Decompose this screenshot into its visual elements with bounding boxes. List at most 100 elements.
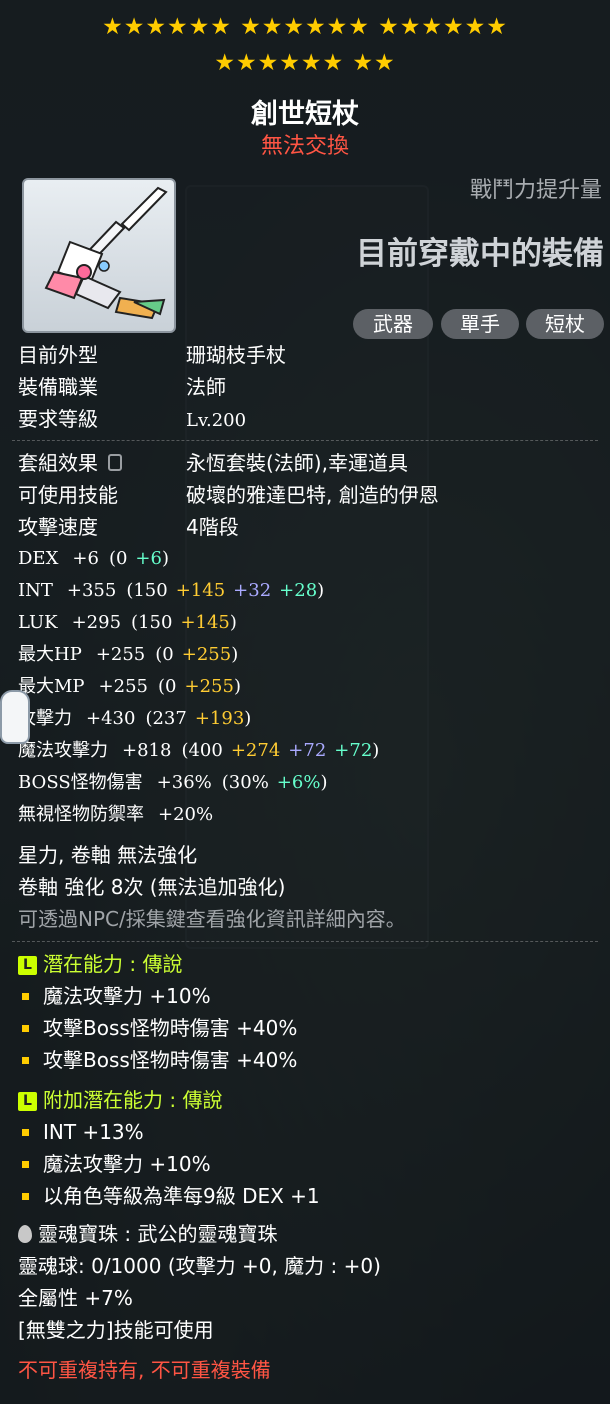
stat-base: (0 — [158, 676, 177, 697]
star-force-row-2: ★★★★★★ ★★ — [0, 50, 610, 76]
stat-row: 魔法攻擊力 +818 (400 +274 +72 +72) — [18, 737, 379, 763]
stat-base: (150 — [131, 612, 173, 633]
basic-row-appearance: 目前外型 珊瑚枝手杖 — [18, 343, 286, 367]
bonus-potential-text: 以角色等級為準每9級 DEX +1 — [43, 1184, 320, 1208]
stat-bonus: +255 — [184, 676, 234, 697]
stat-total: +255 — [98, 676, 148, 697]
row-value: 4階段 — [186, 515, 239, 539]
stat-total: +295 — [71, 612, 122, 633]
stat-bonus: +28 — [279, 580, 318, 601]
bullet-icon — [22, 992, 29, 1000]
stat-close: ) — [233, 676, 241, 697]
legendary-icon: L — [18, 956, 37, 975]
stat-base: (150 — [126, 580, 168, 601]
flame-icon — [18, 1225, 32, 1243]
stat-bonus: +72 — [334, 740, 373, 761]
item-name: 創世短杖 — [251, 99, 359, 130]
stat-bonus: +255 — [181, 644, 232, 665]
stat-total: +355 — [66, 580, 117, 601]
stat-close: ) — [229, 612, 237, 633]
stat-total: +6 — [72, 548, 99, 569]
stat-close: ) — [161, 548, 169, 569]
row-value: 永恆套裝(法師),幸運道具 — [186, 451, 408, 475]
bullet-icon — [22, 1024, 29, 1032]
bonus-potential-line: 以角色等級為準每9級 DEX +1 — [18, 1184, 320, 1208]
row-label: 目前外型 — [18, 343, 98, 367]
bonus-potential-header: L 附加潛在能力 : 傳說 — [18, 1088, 222, 1112]
tag-short-wand: 短杖 — [526, 309, 604, 339]
stat-row: 最大MP +255 (0 +255) — [18, 673, 241, 699]
item-tooltip: ★★★★★★ ★★★★★★ ★★★★★★ ★★★★★★ ★★ 創世短杖 無法交換… — [0, 0, 610, 1404]
bonus-potential-line: INT +13% — [18, 1120, 144, 1144]
stat-name: 無視怪物防禦率 — [18, 804, 144, 825]
basic-row-job: 裝備職業 法師 — [18, 375, 226, 399]
tag-one-handed: 單手 — [441, 309, 519, 339]
stat-base: (30% — [221, 772, 269, 793]
potential-title: 潛在能力 : 傳說 — [43, 952, 183, 976]
stat-base: (0 — [155, 644, 174, 665]
lock-icon — [108, 454, 123, 471]
stat-close: ) — [317, 580, 325, 601]
bonus-potential-text: 魔法攻擊力 +10% — [43, 1152, 211, 1176]
stat-base: (0 — [108, 548, 128, 569]
stat-close: ) — [320, 772, 328, 793]
stat-close: ) — [231, 644, 239, 665]
soul-all-stat: 全屬性 +7% — [18, 1286, 133, 1310]
info-row-attack-speed: 攻擊速度 4階段 — [18, 515, 239, 539]
bullet-icon — [22, 1160, 29, 1168]
basic-row-level: 要求等級 Lv.200 — [18, 407, 246, 433]
stat-bonus: +32 — [233, 580, 272, 601]
stat-bonus: +274 — [230, 740, 281, 761]
star-icons: ★★★★★★ ★★ — [214, 50, 396, 76]
stat-name: BOSS怪物傷害 — [18, 772, 143, 793]
stat-name: 最大MP — [18, 676, 85, 697]
row-label: 套組效果 — [18, 451, 98, 475]
row-label: 攻擊速度 — [18, 515, 98, 539]
stat-bonus: +145 — [180, 612, 230, 633]
stat-row: 無視怪物防禦率 +20% — [18, 801, 223, 827]
unique-warning: 不可重複持有, 不可重複裝備 — [18, 1358, 271, 1382]
stat-name: LUK — [18, 612, 58, 633]
legendary-icon: L — [18, 1092, 37, 1111]
stat-name: 最大HP — [18, 644, 82, 665]
combat-power-label: 戰鬥力提升量 — [469, 178, 602, 203]
soul-skill: [無雙之力]技能可使用 — [18, 1318, 214, 1342]
stat-total: +36% — [156, 772, 212, 793]
row-value: 珊瑚枝手杖 — [186, 343, 286, 367]
divider — [12, 941, 598, 942]
stat-base: (237 — [145, 708, 187, 729]
stat-close: ) — [372, 740, 380, 761]
stat-name: INT — [18, 580, 53, 601]
soul-weapon-name: 靈魂寶珠 : 武公的靈魂寶珠 — [18, 1222, 277, 1246]
stat-total: +255 — [95, 644, 146, 665]
soul-orb: 靈魂球: 0/1000 (攻擊力 +0, 魔力 : +0) — [18, 1254, 381, 1278]
stat-bonus: +6 — [135, 548, 162, 569]
potential-text: 魔法攻擊力 +10% — [43, 984, 211, 1008]
star-force-row-1: ★★★★★★ ★★★★★★ ★★★★★★ — [0, 14, 610, 40]
stat-name: 魔法攻擊力 — [18, 740, 108, 761]
star-icons: ★★★★★★ ★★★★★★ ★★★★★★ — [102, 14, 508, 40]
info-row-skills: 可使用技能 破壞的雅達巴特, 創造的伊恩 — [18, 483, 439, 507]
stat-bonus: +72 — [288, 740, 327, 761]
stat-row: DEX +6 (0 +6) — [18, 545, 169, 571]
row-value: 法師 — [186, 375, 226, 399]
stat-row: 最大HP +255 (0 +255) — [18, 641, 238, 667]
hand-cursor-icon — [0, 690, 30, 744]
stat-row: LUK +295 (150 +145) — [18, 609, 237, 635]
staff-icon — [44, 186, 168, 320]
trade-status: 無法交換 — [260, 134, 349, 159]
bonus-potential-title: 附加潛在能力 : 傳說 — [43, 1088, 223, 1112]
bonus-potential-line: 魔法攻擊力 +10% — [18, 1152, 211, 1176]
bullet-icon — [22, 1056, 29, 1064]
stat-row: BOSS怪物傷害 +36% (30% +6%) — [18, 769, 327, 795]
bullet-icon — [22, 1192, 29, 1200]
divider — [12, 440, 598, 441]
stat-total: +20% — [158, 804, 214, 825]
soul-name-text: 靈魂寶珠 : 武公的靈魂寶珠 — [38, 1222, 278, 1246]
tag-weapon: 武器 — [353, 309, 433, 339]
potential-header: L 潛在能力 : 傳說 — [18, 952, 182, 976]
info-row-set-effect: 套組效果 永恆套裝(法師),幸運道具 — [18, 451, 408, 475]
stat-total: +818 — [122, 740, 172, 761]
stat-name: DEX — [18, 548, 59, 569]
potential-text: 攻擊Boss怪物時傷害 +40% — [43, 1016, 298, 1040]
